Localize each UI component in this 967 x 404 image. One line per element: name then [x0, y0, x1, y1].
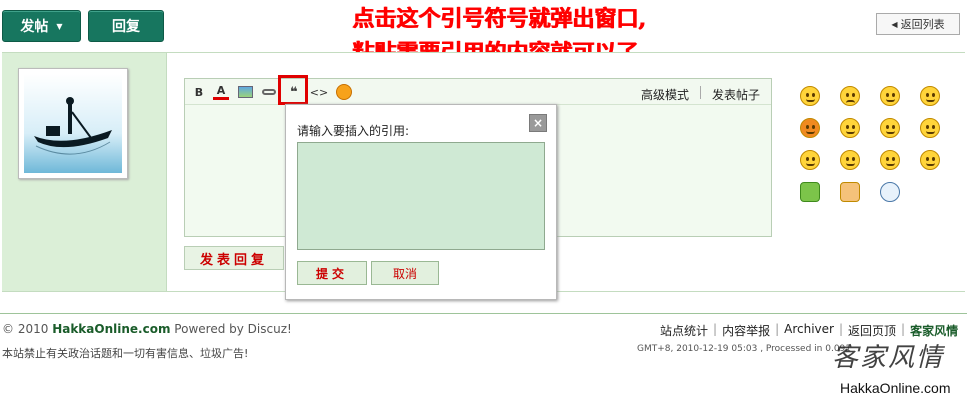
quote-dialog-title: 请输入要插入的引用: [297, 124, 410, 138]
sad-icon[interactable] [840, 86, 860, 106]
image-button[interactable] [237, 84, 253, 100]
footer-divider [0, 313, 967, 314]
back-to-list-button[interactable]: ◀ 返回列表 [876, 13, 960, 35]
post-button[interactable]: 发帖 ▼ [2, 10, 81, 42]
quote-submit-button[interactable]: 提交 [297, 261, 367, 285]
smiley-icon [336, 84, 352, 100]
gondola-avatar-image [24, 74, 122, 173]
quote-dialog: 请输入要插入的引用: × 提交 取消 [285, 104, 557, 300]
victory-hand-icon[interactable] [840, 182, 860, 202]
close-icon: × [532, 116, 544, 130]
copyright: © 2010 HakkaOnline.com Powered by Discuz… [2, 322, 292, 336]
reply-button[interactable]: 回复 [88, 10, 164, 42]
submit-reply-button[interactable]: 发表回复 [184, 246, 284, 270]
advanced-mode-link[interactable]: 高级模式 [641, 86, 689, 103]
footer-link-report[interactable]: 内容举报 [722, 322, 770, 339]
link-button[interactable] [261, 84, 277, 100]
smiley-button[interactable] [336, 84, 352, 100]
sweat-icon[interactable] [880, 150, 900, 170]
tongue-icon[interactable] [880, 118, 900, 138]
toolbar-divider [700, 86, 701, 99]
footer-link-archiver[interactable]: Archiver [784, 322, 834, 339]
font-color-button[interactable]: A [213, 84, 229, 100]
bold-button[interactable]: B [191, 84, 207, 100]
watermark-en: HakkaOnline.com [840, 380, 951, 396]
link-icon [262, 89, 276, 95]
chevron-left-icon: ◀ [891, 19, 898, 29]
quote-cancel-button[interactable]: 取消 [371, 261, 439, 285]
back-to-list-label: 返回列表 [900, 18, 945, 31]
laugh-icon[interactable] [800, 150, 820, 170]
post-thread-link[interactable]: 发表帖子 [712, 86, 760, 103]
clock-icon[interactable] [880, 182, 900, 202]
annotation-line-1: 点击这个引号符号就弹出窗口, [352, 6, 646, 32]
image-icon [237, 86, 253, 98]
quote-button-highlight [278, 75, 308, 105]
footer-brand-link[interactable]: HakkaOnline.com [52, 322, 170, 336]
site-notice: 本站禁止有关政治话题和一切有害信息、垃圾广告! [2, 347, 249, 360]
copyright-year: © 2010 [2, 322, 49, 336]
editor-toolbar: B A ❝ <> 高级模式 发表帖子 [185, 79, 771, 105]
bold-label: B [194, 85, 204, 99]
code-button[interactable]: <> [309, 84, 329, 100]
confused-icon[interactable] [840, 118, 860, 138]
smile-icon[interactable] [800, 86, 820, 106]
person-icon[interactable] [800, 182, 820, 202]
footer-link-stats[interactable]: 站点统计 [660, 322, 708, 339]
avatar[interactable] [18, 68, 128, 179]
powered-by[interactable]: Powered by Discuz! [174, 322, 292, 336]
quote-textarea[interactable] [297, 142, 545, 250]
smilies-panel [800, 86, 950, 206]
cry-icon[interactable] [920, 86, 940, 106]
processing-info: GMT+8, 2010-12-19 05:03 , Processed in 0… [637, 344, 851, 354]
footer-link-separator: | [775, 322, 780, 336]
grin-icon[interactable] [880, 86, 900, 106]
wink-icon[interactable] [840, 150, 860, 170]
quote-cancel-label: 取消 [392, 266, 417, 281]
angry-icon[interactable] [800, 118, 820, 138]
post-button-label: 发帖 [20, 19, 49, 35]
font-color-label: A [216, 84, 226, 97]
chevron-down-icon: ▼ [56, 21, 63, 31]
big-grin-icon[interactable] [920, 150, 940, 170]
code-icon: <> [309, 85, 329, 99]
reply-button-label: 回复 [112, 19, 140, 35]
shy-icon[interactable] [920, 118, 940, 138]
quote-submit-label: 提交 [315, 266, 348, 281]
footer-link-separator: | [713, 322, 718, 336]
close-button[interactable]: × [529, 114, 547, 132]
submit-reply-label: 发表回复 [199, 252, 268, 268]
watermark-cn: 客家风情 [832, 343, 945, 373]
